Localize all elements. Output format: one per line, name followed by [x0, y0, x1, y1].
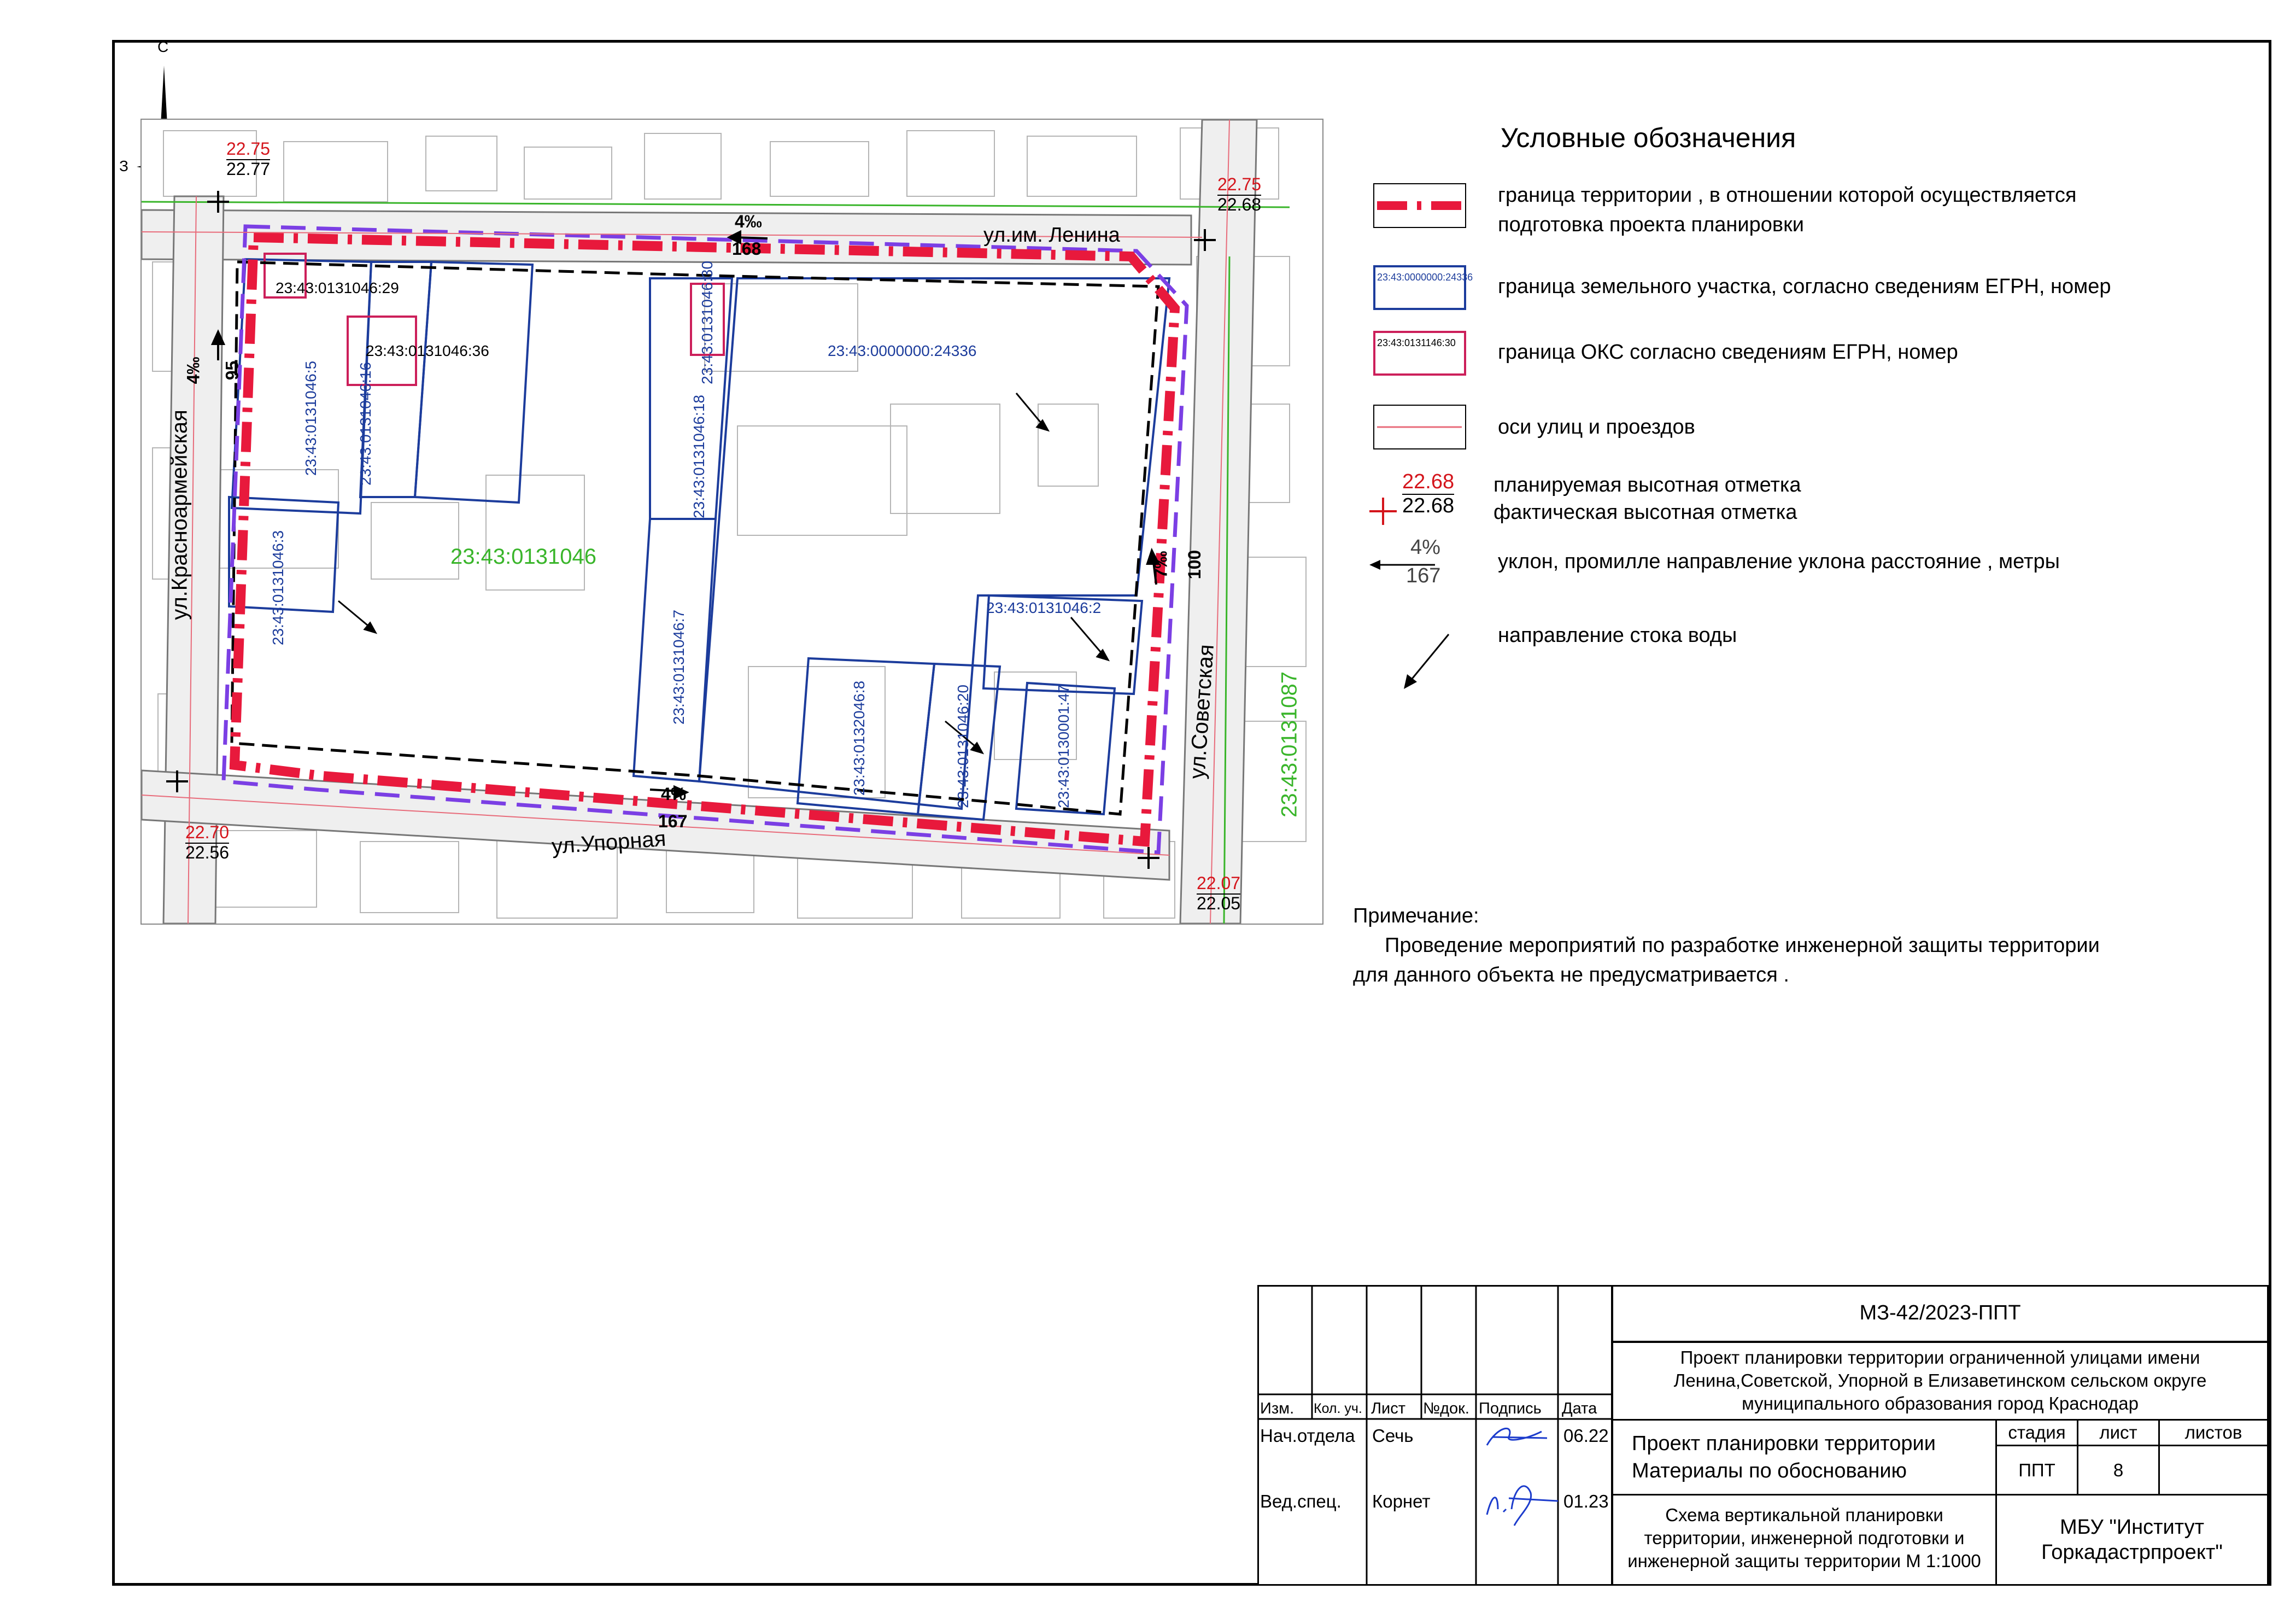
legend-item-slope: 4% 167 уклон, промилле направление уклон…	[1367, 536, 2187, 596]
legend-item-runoff: направление стока воды	[1367, 621, 2187, 689]
slope-value: 4‰	[183, 357, 203, 384]
street-label-krasnoarmeiskaya: ул.Красноармейская	[167, 410, 192, 620]
legend-text: подготовка проекта планировки	[1498, 213, 1804, 236]
slope-value: 4%	[661, 784, 687, 804]
compass-west: З	[119, 157, 128, 174]
legend-text: уклон, промилле направление уклона расст…	[1498, 550, 2060, 573]
header-date: Дата	[1562, 1400, 1597, 1417]
parcel-label: 23:43:0131046:20	[954, 685, 971, 808]
actual-elevation: 22.77	[226, 159, 271, 179]
legend-item-parcel: 23:43:0000000:24336 граница земельного у…	[1367, 265, 2187, 325]
slope-distance: 95	[222, 360, 242, 381]
date-1: 06.22	[1563, 1426, 1609, 1446]
document-code: МЗ-42/2023-ППТ	[1859, 1301, 2021, 1324]
legend-text: фактическая высотная отметка	[1493, 501, 1797, 524]
legend-item-oks: 23:43:0131146:30 граница ОКС согласно св…	[1367, 331, 2187, 391]
elevation-cross-icon	[1369, 498, 1397, 525]
header-kol: Кол. уч.	[1314, 1401, 1362, 1416]
signature-1-icon	[1486, 1427, 1548, 1446]
parcel-label: 23:43:0131046:5	[302, 360, 319, 476]
stage-value: ППТ	[2018, 1460, 2055, 1480]
slope-distance: 100	[1185, 550, 1205, 580]
actual-elevation: 22.68	[1217, 195, 1262, 214]
slope-value: 4‰	[735, 212, 762, 231]
role-1: Нач.отдела	[1260, 1426, 1355, 1446]
parcel-label: 23:43:0000000:24336	[828, 342, 977, 359]
legend-text: граница земельного участка, согласно све…	[1498, 275, 2111, 298]
doc-line: Проект планировки территории	[1632, 1432, 1936, 1455]
note-line: для данного объекта не предусматривается…	[1353, 963, 1789, 986]
actual-elevation: 22.68	[1402, 494, 1455, 517]
quarter-label-east: 23:43:0131087	[1277, 671, 1302, 817]
oks-label: 23:43:0131046:30	[699, 261, 716, 384]
legend-item-elevation: 22.68 22.68 планируемая высотная отметка…	[1367, 470, 2187, 530]
compass-north: С	[157, 38, 169, 55]
legend-text: граница территории , в отношении которой…	[1498, 184, 2077, 207]
org-line: Горкадастрпроект"	[2041, 1541, 2223, 1564]
role-2: Вед.спец.	[1260, 1491, 1342, 1511]
legend-text: граница ОКС согласно сведениям ЕГРН, ном…	[1498, 341, 1958, 364]
project-line: муниципального образования город Краснод…	[1742, 1393, 2139, 1413]
date-2: 01.23	[1563, 1491, 1609, 1511]
planned-elevation: 22.70	[185, 822, 230, 844]
street-axis-symbol	[1373, 405, 1466, 449]
header-doc: №док.	[1423, 1400, 1469, 1417]
slope-distance: 168	[732, 239, 762, 259]
sheets-header: листов	[2184, 1422, 2242, 1442]
header-list: Лист	[1371, 1400, 1406, 1417]
planned-elevation: 22.07	[1197, 873, 1241, 895]
street-label-lenina: ул.им. Ленина	[983, 224, 1120, 247]
legend-text: планируемая высотная отметка	[1493, 474, 1801, 496]
legend-item-territory: граница территории , в отношении которой…	[1367, 180, 2187, 241]
name-1: Сечь	[1372, 1426, 1414, 1446]
sheets-cell	[2158, 1445, 2269, 1496]
note-line: Проведение мероприятий по разработке инж…	[1385, 934, 2100, 957]
header-sign: Подпись	[1479, 1400, 1542, 1417]
parcel-label: 23:43:0131046:16	[357, 362, 374, 486]
territory-boundary-symbol	[1373, 183, 1466, 228]
parcel-label: 23:43:0132046:8	[851, 680, 868, 796]
slope-distance: 167	[658, 811, 688, 831]
parcel-label: 23:43:0131046:36	[366, 342, 489, 359]
legend-item-axis: оси улиц и проездов	[1367, 405, 2187, 465]
planned-elevation: 22.68	[1402, 470, 1455, 495]
parcel-label: 23:43:0131046:2	[986, 599, 1102, 616]
sheet-header: лист	[2099, 1422, 2137, 1442]
header-izm: Изм.	[1260, 1400, 1295, 1417]
project-line: Ленина,Советской, Упорной в Елизаветинск…	[1673, 1370, 2207, 1391]
quarter-label-main: 23:43:0131046	[450, 545, 596, 569]
oks-boundary-symbol: 23:43:0131146:30	[1373, 331, 1466, 376]
note-title: Примечание:	[1353, 904, 1479, 927]
doc-line: Материалы по обоснованию	[1632, 1459, 1907, 1482]
legend-text: оси улиц и проездов	[1498, 416, 1695, 439]
planned-elevation: 22.75	[1217, 174, 1262, 196]
title-block: Изм. Кол. уч. Лист №док. Подпись Дата На…	[1257, 1285, 2269, 1586]
legend-title: Условные обозначения	[1501, 122, 1796, 153]
site-plan-map: ул.им. Ленина ул.Красноармейская ул.Сове…	[140, 119, 1323, 925]
parcel-label: 23:43:0131046:29	[276, 279, 399, 296]
slope-value: 4%	[1410, 536, 1440, 559]
scheme-line: Схема вертикальной планировки	[1665, 1505, 1943, 1525]
stage-header: стадия	[2008, 1422, 2066, 1442]
project-line: Проект планировки территории ограниченно…	[1680, 1347, 2200, 1368]
parcel-label: 23:43:0130001:47	[1055, 685, 1072, 808]
scheme-line: инженерной защиты территории М 1:1000	[1627, 1551, 1981, 1571]
parcel-label: 23:43:0131046:3	[270, 530, 286, 646]
parcel-label: 23:43:0131046:18	[690, 395, 707, 518]
slope-value: 7‰	[1151, 551, 1171, 579]
parcel-label: 23:43:0131046:7	[670, 609, 687, 725]
planned-elevation: 22.75	[226, 139, 271, 160]
runoff-arrow-icon	[1404, 634, 1450, 689]
org-line: МБУ "Институт	[2059, 1516, 2205, 1539]
sheet-value: 8	[2113, 1460, 2124, 1480]
slope-distance: 167	[1406, 564, 1441, 587]
name-2: Корнет	[1372, 1491, 1431, 1511]
signature-2-icon	[1486, 1485, 1559, 1526]
scheme-line: территории, инженерной подготовки и	[1644, 1528, 1965, 1548]
actual-elevation: 22.05	[1197, 893, 1241, 913]
note: Примечание: Проведение мероприятий по ра…	[1353, 901, 2100, 990]
legend-text: направление стока воды	[1498, 624, 1737, 647]
actual-elevation: 22.56	[185, 843, 230, 862]
parcel-boundary-symbol: 23:43:0000000:24336	[1373, 265, 1473, 310]
